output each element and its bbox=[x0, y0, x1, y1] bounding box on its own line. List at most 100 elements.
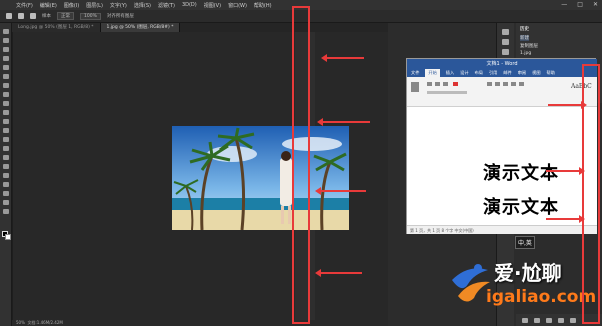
annotation-arrow-right bbox=[546, 218, 580, 220]
menu-file[interactable]: 文件(F) bbox=[16, 2, 33, 9]
watermark-text: 爱·尬聊 bbox=[494, 261, 562, 285]
font-color-icon[interactable] bbox=[453, 82, 458, 86]
numbering-icon[interactable] bbox=[495, 82, 500, 86]
blur-tool-icon[interactable] bbox=[3, 137, 9, 142]
word-window: 文档1 - Word 文件 开始 插入 设计 布局 引用 邮件 审阅 视图 帮助… bbox=[406, 58, 597, 234]
minimize-button[interactable]: — bbox=[561, 1, 567, 8]
menu-window[interactable]: 窗口(W) bbox=[228, 2, 247, 9]
bullets-icon[interactable] bbox=[487, 82, 492, 86]
menu-filter[interactable]: 滤镜(T) bbox=[158, 2, 175, 9]
history-panel-icon[interactable] bbox=[502, 29, 509, 35]
gradient-tool-icon[interactable] bbox=[3, 128, 9, 133]
align-left-icon[interactable] bbox=[503, 82, 508, 86]
ime-indicator[interactable]: 中,英 bbox=[515, 236, 535, 249]
annotation-arrow-right bbox=[548, 104, 582, 106]
beach-photo-document[interactable] bbox=[172, 126, 349, 230]
italic-icon[interactable] bbox=[435, 82, 440, 86]
trash-icon[interactable] bbox=[570, 317, 576, 323]
annotation-arrow-left bbox=[315, 269, 362, 277]
zoom-level: 50% bbox=[16, 320, 25, 325]
underline-icon[interactable] bbox=[443, 82, 448, 86]
word-status-bar: 第 1 页，共 1 页 8 个字 中文(中国) bbox=[407, 225, 597, 234]
menu-view[interactable]: 视图(V) bbox=[204, 2, 221, 9]
word-tab-review[interactable]: 审阅 bbox=[518, 69, 526, 77]
word-tab-layout[interactable]: 布局 bbox=[475, 69, 483, 77]
lasso-tool-icon[interactable] bbox=[3, 47, 9, 52]
maximize-button[interactable]: □ bbox=[577, 1, 583, 8]
menu-help[interactable]: 帮助(H) bbox=[254, 2, 272, 9]
path-select-tool-icon[interactable] bbox=[3, 173, 9, 178]
word-tab-file[interactable]: 文件 bbox=[411, 69, 419, 77]
align-center-icon[interactable] bbox=[511, 82, 516, 86]
adjustments-panel-icon[interactable] bbox=[502, 49, 509, 55]
history-item[interactable]: 新建 bbox=[520, 35, 529, 41]
line-spacing-icon[interactable] bbox=[519, 82, 524, 86]
word-tab-design[interactable]: 设计 bbox=[460, 69, 468, 77]
annotation-arrow-left bbox=[315, 187, 366, 195]
hand-tool-icon[interactable] bbox=[3, 191, 9, 196]
word-ribbon: AaBbC bbox=[407, 77, 597, 107]
healing-tool-icon[interactable] bbox=[3, 83, 9, 88]
mode-icon[interactable] bbox=[30, 13, 36, 19]
word-ribbon-tabs: 文件 开始 插入 设计 布局 引用 邮件 审阅 视图 帮助 bbox=[407, 69, 597, 77]
menu-type[interactable]: 文字(Y) bbox=[110, 2, 127, 9]
menu-image[interactable]: 图像(I) bbox=[64, 2, 79, 9]
word-tab-view[interactable]: 视图 bbox=[532, 69, 540, 77]
menu-edit[interactable]: 编辑(E) bbox=[40, 2, 57, 9]
document-tab-bar: Long.jpg @ 50% (图层 1, RGB/8) * 1.jpg @ 5… bbox=[12, 23, 388, 32]
menu-3d[interactable]: 3D(D) bbox=[182, 2, 197, 8]
eraser-tool-icon[interactable] bbox=[3, 119, 9, 124]
annotation-arrow-left bbox=[321, 54, 364, 62]
annotation-box-left bbox=[292, 6, 310, 324]
word-tab-home[interactable]: 开始 bbox=[425, 69, 440, 77]
dodge-tool-icon[interactable] bbox=[3, 146, 9, 151]
fx-icon[interactable] bbox=[534, 317, 540, 323]
doc-size: 文档:1.46M/2.42M bbox=[27, 320, 63, 325]
tool-preset-icon[interactable] bbox=[6, 13, 12, 19]
mask-icon[interactable] bbox=[546, 317, 552, 323]
word-tab-insert[interactable]: 插入 bbox=[446, 69, 454, 77]
eyedropper-tool-icon[interactable] bbox=[3, 74, 9, 79]
document-text-line: 演示文本 bbox=[483, 163, 559, 184]
annotation-arrow-left bbox=[317, 118, 370, 126]
word-tab-help[interactable]: 帮助 bbox=[547, 69, 555, 77]
opacity-field[interactable]: 100% bbox=[80, 12, 101, 20]
shape-tool-icon[interactable] bbox=[3, 182, 9, 187]
properties-panel-icon[interactable] bbox=[502, 39, 509, 45]
history-item[interactable]: 1.jpg bbox=[520, 51, 531, 56]
word-tab-mailings[interactable]: 邮件 bbox=[503, 69, 511, 77]
beach-photo-image bbox=[172, 126, 349, 230]
zoom-tool-icon[interactable] bbox=[3, 200, 9, 205]
window-controls: — □ ✕ bbox=[561, 1, 598, 8]
word-tab-references[interactable]: 引用 bbox=[489, 69, 497, 77]
quick-select-tool-icon[interactable] bbox=[3, 56, 9, 61]
tab-document-1[interactable]: Long.jpg @ 50% (图层 1, RGB/8) * bbox=[12, 23, 101, 32]
pen-tool-icon[interactable] bbox=[3, 155, 9, 160]
close-button[interactable]: ✕ bbox=[593, 1, 598, 8]
more-tools-icon[interactable] bbox=[3, 209, 9, 214]
history-item[interactable]: 复制图层 bbox=[520, 43, 538, 49]
font-name-select[interactable] bbox=[427, 91, 467, 94]
bold-icon[interactable] bbox=[427, 82, 432, 86]
mode-select[interactable]: 正常 bbox=[57, 12, 74, 20]
brush-icon[interactable] bbox=[18, 13, 24, 19]
paste-icon[interactable] bbox=[411, 82, 419, 92]
link-layers-icon[interactable] bbox=[522, 317, 528, 323]
status-bar: 50% 文档:1.46M/2.42M bbox=[12, 320, 388, 326]
sample-label: 样本 bbox=[42, 14, 51, 19]
crop-tool-icon[interactable] bbox=[3, 65, 9, 70]
marquee-tool-icon[interactable] bbox=[3, 38, 9, 43]
word-document-page[interactable]: 演示文本 演示文本 bbox=[407, 107, 597, 225]
background-color-swatch[interactable] bbox=[5, 234, 11, 240]
new-layer-icon[interactable] bbox=[558, 317, 564, 323]
type-tool-icon[interactable] bbox=[3, 164, 9, 169]
menu-layer[interactable]: 图层(L) bbox=[86, 2, 103, 9]
menu-select[interactable]: 选择(S) bbox=[134, 2, 151, 9]
brush-tool-icon[interactable] bbox=[3, 92, 9, 97]
watermark-url: igaliao.com bbox=[486, 287, 597, 307]
tab-document-2[interactable]: 1.jpg @ 50% (图层, RGB/8#) * bbox=[100, 23, 181, 32]
stamp-tool-icon[interactable] bbox=[3, 101, 9, 106]
align-checkbox-label[interactable]: 对齐所有图层 bbox=[107, 13, 134, 19]
history-brush-tool-icon[interactable] bbox=[3, 110, 9, 115]
move-tool-icon[interactable] bbox=[3, 29, 9, 34]
